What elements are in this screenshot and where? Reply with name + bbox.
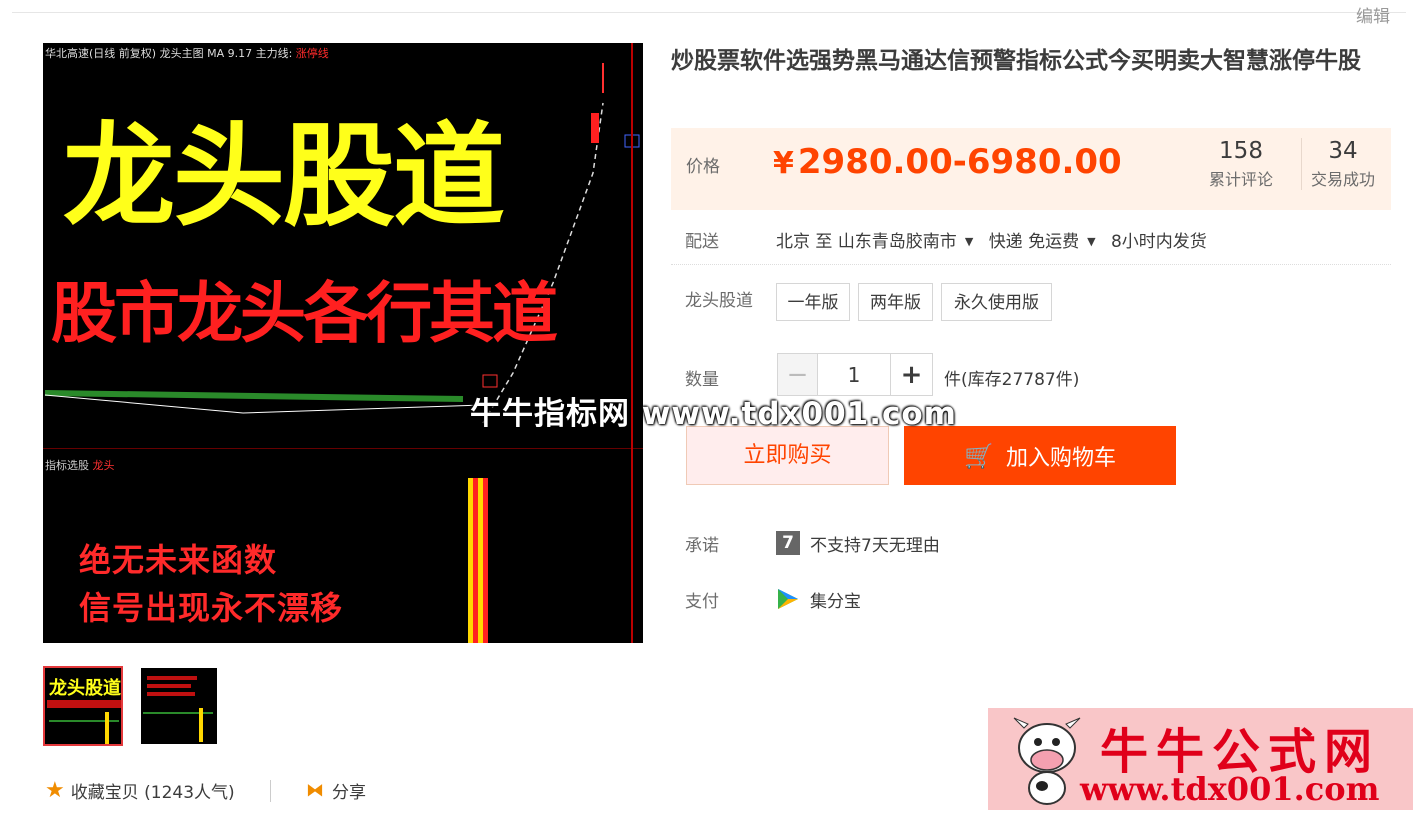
jifenbao-icon: [778, 589, 798, 609]
ship-to-dropdown[interactable]: 山东青岛胶南市 ▼: [838, 232, 983, 252]
promise-label: 承诺: [685, 536, 719, 556]
edit-link[interactable]: 编辑: [1356, 2, 1390, 27]
share-button[interactable]: ⧓ 分享: [306, 778, 366, 803]
stock-text: 件(库存27787件): [944, 370, 1080, 390]
headline-text: 龙头股道: [63, 112, 505, 242]
payment-text: 集分宝: [810, 592, 861, 612]
favorite-label: 收藏宝贝 (1243人气): [70, 783, 235, 803]
seven-day-icon: 7: [776, 531, 800, 555]
thumbnail-1-text: 龙头股道: [49, 678, 121, 699]
sales-stat: 34 交易成功: [1301, 138, 1384, 190]
thumbnail-1-band: [47, 700, 121, 708]
image-watermark: 牛牛指标网 www.tdx001.com: [470, 396, 957, 432]
ship-method-dropdown[interactable]: 快递 免运费 ▼: [989, 232, 1106, 252]
price-value: ¥2980.00-6980.00: [773, 142, 1122, 182]
variant-option-3[interactable]: 永久使用版: [941, 283, 1052, 321]
top-divider: [12, 12, 1406, 13]
ship-from: 北京 至: [776, 232, 833, 252]
buy-now-button[interactable]: 立即购买: [686, 426, 889, 485]
star-icon: ★: [45, 778, 65, 803]
feature-line-1: 绝无未来函数: [79, 541, 278, 579]
variant-label: 龙头股道: [685, 291, 753, 311]
share-icon: ⧓: [306, 780, 324, 801]
price-label: 价格: [686, 157, 720, 177]
add-to-cart-button[interactable]: 🛒 加入购物车: [904, 426, 1176, 485]
variant-option-1[interactable]: 一年版: [776, 283, 850, 321]
product-title: 炒股票软件选强势黑马通达信预警指标公式今买明卖大智慧涨停牛股: [671, 48, 1361, 74]
divider: [671, 264, 1391, 265]
feature-line-2: 信号出现永不漂移: [79, 589, 344, 627]
subheadline-text: 股市龙头各行其道: [51, 275, 558, 352]
favorite-button[interactable]: ★ 收藏宝贝 (1243人气): [45, 778, 235, 803]
site-logo-watermark: 牛牛公式网 www.tdx001.com: [988, 708, 1413, 810]
variant-option-2[interactable]: 两年版: [858, 283, 933, 321]
cart-icon: 🛒: [964, 441, 994, 470]
quantity-label: 数量: [685, 370, 719, 390]
signal-bars: [468, 478, 488, 643]
pane-divider: [43, 448, 643, 449]
thumbnail-1[interactable]: 龙头股道: [43, 666, 123, 746]
promise-text[interactable]: 不支持7天无理由: [810, 531, 940, 556]
main-product-image[interactable]: 华北高速(日线 前复权) 龙头主图 MA 9.17 主力线: 涨停线 龙头股道 …: [43, 43, 643, 643]
indicator-label: 指标选股 龙头: [45, 459, 115, 472]
right-axis: [631, 43, 633, 643]
add-to-cart-label: 加入购物车: [1005, 445, 1116, 471]
shipping-row: 北京 至 山东青岛胶南市 ▼ 快递 免运费 ▼ 8小时内发货: [776, 227, 1207, 252]
price-panel: 价格 ¥2980.00-6980.00 158 累计评论 34 交易成功: [671, 128, 1391, 210]
thumbnail-2[interactable]: [141, 668, 217, 744]
caret-down-icon: ▼: [1087, 235, 1096, 248]
payment-label: 支付: [685, 592, 719, 612]
caret-down-icon: ▼: [964, 235, 974, 248]
shipping-label: 配送: [685, 232, 719, 252]
reviews-stat[interactable]: 158 累计评论: [1205, 138, 1277, 190]
logo-url: www.tdx001.com: [1080, 770, 1380, 808]
share-label: 分享: [332, 783, 366, 803]
cow-mascot-icon: [1013, 717, 1081, 805]
action-separator: [270, 780, 271, 802]
ship-time: 8小时内发货: [1110, 232, 1207, 252]
